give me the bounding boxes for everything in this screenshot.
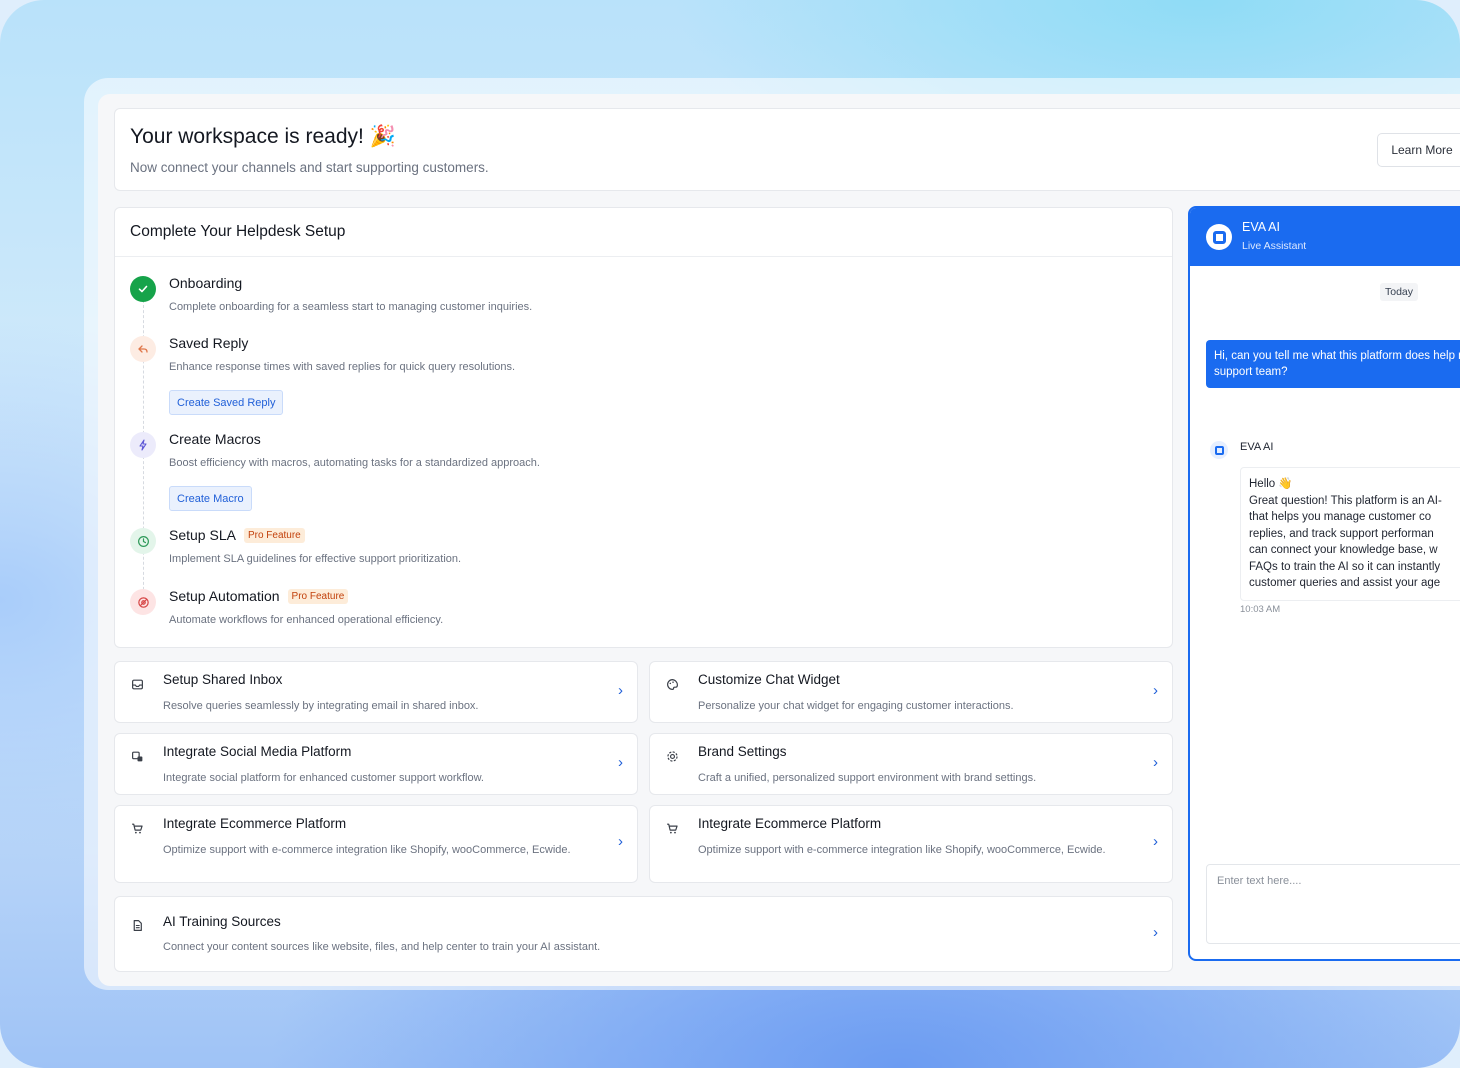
page-subtitle: Now connect your channels and start supp… xyxy=(130,160,489,175)
inbox-icon xyxy=(131,678,144,694)
tile-desc: Personalize your chat widget for engagin… xyxy=(698,700,1014,712)
check-icon xyxy=(130,276,156,302)
tile-desc: Integrate social platform for enhanced c… xyxy=(163,772,484,784)
automation-icon xyxy=(130,589,156,615)
chevron-right-icon: › xyxy=(618,682,623,699)
tile-integrate-ecommerce-2[interactable]: Integrate Ecommerce Platform Optimize su… xyxy=(649,805,1173,883)
bot-message-line: customer queries and assist your age xyxy=(1249,577,1441,589)
tile-title: Integrate Social Media Platform xyxy=(163,744,352,759)
tile-desc: Resolve queries seamlessly by integratin… xyxy=(163,700,479,712)
clock-icon xyxy=(130,528,156,554)
tile-desc: Craft a unified, personalized support en… xyxy=(698,772,1037,784)
divider xyxy=(115,256,1172,257)
pro-feature-badge: Pro Feature xyxy=(243,528,305,543)
bot-message-line: Great question! This platform is an AI- xyxy=(1249,494,1442,507)
social-icon xyxy=(131,750,144,766)
learn-more-button[interactable]: Learn More xyxy=(1377,133,1460,167)
lightning-icon xyxy=(130,432,156,458)
user-message: Hi, can you tell me what this platform d… xyxy=(1206,340,1460,388)
bot-message: Hello 👋 Great question! This platform is… xyxy=(1240,467,1460,601)
bot-message-line: that helps you manage customer co xyxy=(1249,511,1432,523)
chevron-right-icon: › xyxy=(618,833,623,850)
tile-ai-training-sources[interactable]: AI Training Sources Connect your content… xyxy=(114,896,1173,972)
eva-logo-icon xyxy=(1206,224,1232,250)
chat-message-input[interactable] xyxy=(1206,864,1460,944)
tile-title: Brand Settings xyxy=(698,744,787,759)
bot-name: EVA AI xyxy=(1240,441,1274,453)
chevron-right-icon: › xyxy=(1153,833,1158,850)
tile-integrate-social-media[interactable]: Integrate Social Media Platform Integrat… xyxy=(114,733,638,795)
tile-title: Integrate Ecommerce Platform xyxy=(163,816,347,831)
chevron-right-icon: › xyxy=(618,754,623,771)
chat-panel: EVA AI Live Assistant Today Hi, can you … xyxy=(1188,206,1460,961)
message-timestamp: 10:03 AM xyxy=(1240,604,1281,615)
tile-setup-shared-inbox[interactable]: Setup Shared Inbox Resolve queries seaml… xyxy=(114,661,638,723)
bot-avatar-icon xyxy=(1210,441,1228,459)
tile-title: Integrate Ecommerce Platform xyxy=(698,816,882,831)
bot-message-line: replies, and track support performan xyxy=(1249,527,1434,540)
tile-title: AI Training Sources xyxy=(163,914,281,929)
cart-icon xyxy=(666,822,679,838)
tile-brand-settings[interactable]: Brand Settings Craft a unified, personal… xyxy=(649,733,1173,795)
step-desc: Implement SLA guidelines for effective s… xyxy=(169,553,462,565)
tile-desc: Optimize support with e-commerce integra… xyxy=(163,844,571,856)
step-title-text: Setup Automation xyxy=(169,588,280,604)
create-macro-button[interactable]: Create Macro xyxy=(169,486,252,511)
tile-title: Customize Chat Widget xyxy=(698,672,840,687)
bot-message-line: can connect your knowledge base, w xyxy=(1249,544,1438,556)
palette-icon xyxy=(666,678,679,694)
create-saved-reply-button[interactable]: Create Saved Reply xyxy=(169,390,284,415)
bot-message-line: Hello 👋 xyxy=(1249,478,1293,490)
helpdesk-setup-card: Complete Your Helpdesk Setup Onboarding … xyxy=(114,207,1173,648)
gear-icon xyxy=(666,750,679,766)
page-title: Your workspace is ready! 🎉 xyxy=(130,125,396,148)
pro-feature-badge: Pro Feature xyxy=(287,589,349,604)
step-title-text: Setup SLA xyxy=(169,527,236,543)
chat-assistant-name: EVA AI xyxy=(1242,220,1280,234)
step-title: Setup Automation Pro Feature xyxy=(169,588,349,604)
cart-icon xyxy=(131,822,144,838)
step-desc: Automate workflows for enhanced operatio… xyxy=(169,614,444,626)
step-title: Create Macros xyxy=(169,431,261,447)
chevron-right-icon: › xyxy=(1153,682,1158,699)
tile-title: Setup Shared Inbox xyxy=(163,672,283,687)
reply-icon xyxy=(130,336,156,362)
tile-integrate-ecommerce[interactable]: Integrate Ecommerce Platform Optimize su… xyxy=(114,805,638,883)
step-desc: Enhance response times with saved replie… xyxy=(169,361,516,373)
step-desc: Complete onboarding for a seamless start… xyxy=(169,301,533,313)
app-window: Your workspace is ready! 🎉 Now connect y… xyxy=(98,94,1460,986)
tile-customize-chat-widget[interactable]: Customize Chat Widget Personalize your c… xyxy=(649,661,1173,723)
step-title: Onboarding xyxy=(169,275,243,291)
chevron-right-icon: › xyxy=(1153,924,1158,941)
setup-title: Complete Your Helpdesk Setup xyxy=(130,223,346,240)
date-separator: Today xyxy=(1380,283,1419,301)
step-desc: Boost efficiency with macros, automating… xyxy=(169,457,540,469)
welcome-header: Your workspace is ready! 🎉 Now connect y… xyxy=(114,108,1460,191)
step-title: Saved Reply xyxy=(169,335,249,351)
step-title: Setup SLA Pro Feature xyxy=(169,527,305,543)
tile-desc: Optimize support with e-commerce integra… xyxy=(698,844,1106,856)
chat-status: Live Assistant xyxy=(1242,240,1307,252)
tile-desc: Connect your content sources like websit… xyxy=(163,941,601,953)
bot-message-line: FAQs to train the AI so it can instantly xyxy=(1249,560,1441,573)
chat-header: EVA AI Live Assistant xyxy=(1190,208,1460,266)
document-icon xyxy=(131,919,144,935)
chevron-right-icon: › xyxy=(1153,754,1158,771)
